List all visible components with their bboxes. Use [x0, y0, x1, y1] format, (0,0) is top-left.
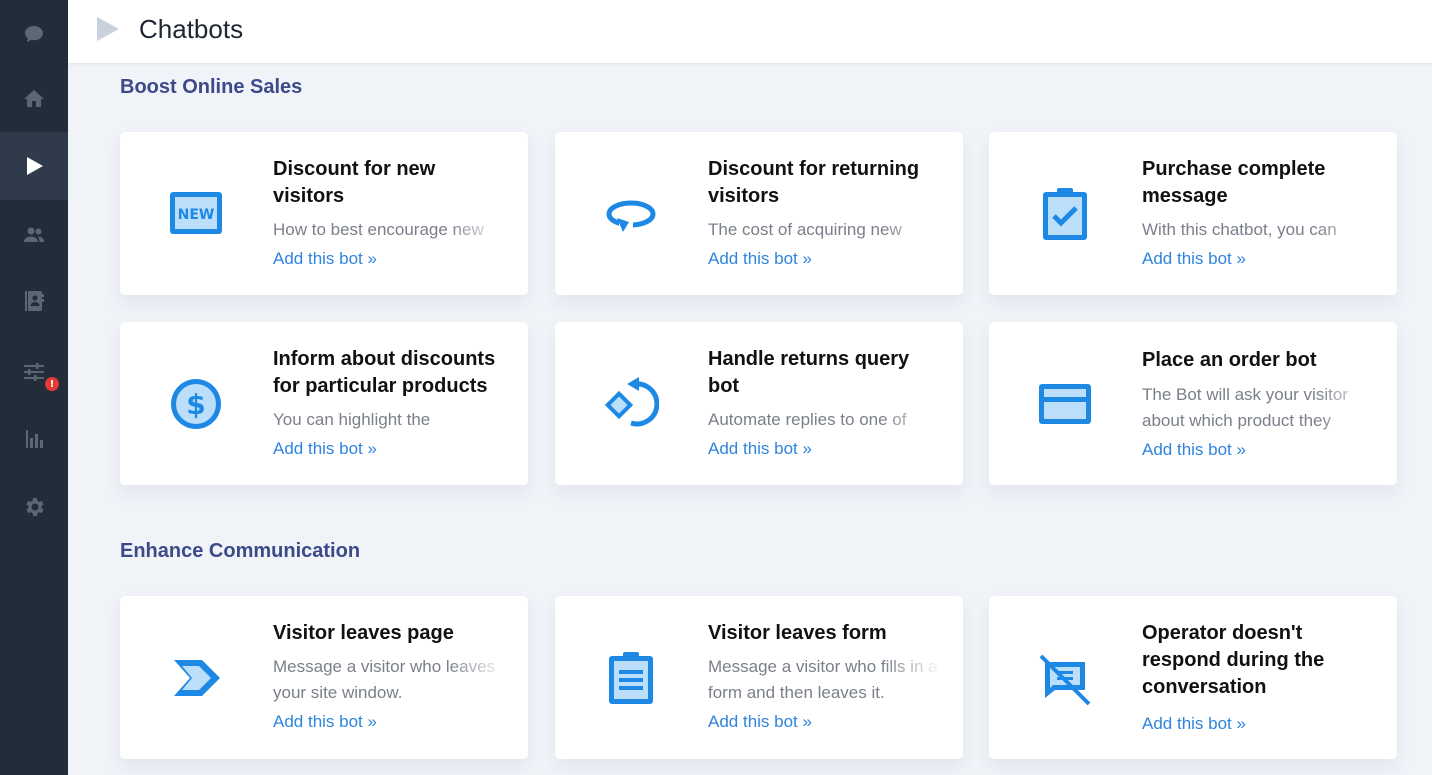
card-title: Place an order bot [1142, 349, 1317, 371]
play-icon [27, 157, 43, 175]
nav-chat[interactable] [0, 0, 68, 68]
nav-settings[interactable] [0, 473, 68, 541]
card-title: Purchase complete message [1142, 158, 1326, 207]
card-discount-new-visitors[interactable]: NEW Discount for new visitors How to bes… [120, 132, 528, 295]
add-bot-link[interactable]: Add this bot » [273, 709, 508, 735]
card-description: Automate replies to one of [708, 407, 943, 433]
svg-text:NEW: NEW [178, 207, 215, 223]
add-bot-link[interactable]: Add this bot » [708, 246, 943, 272]
add-bot-link[interactable]: Add this bot » [273, 436, 508, 462]
nav-users[interactable] [0, 201, 68, 269]
card-description: With this chatbot, you can [1142, 217, 1377, 243]
card-description: Message a visitor who leaves your site w… [273, 654, 508, 706]
card-title: Discount for new visitors [273, 158, 436, 207]
clipboard-check-icon [1037, 186, 1093, 242]
nav-home[interactable] [0, 65, 68, 133]
card-description: You can highlight the [273, 407, 508, 433]
sliders-icon [24, 363, 44, 381]
home-icon [24, 90, 44, 107]
credit-card-icon [1037, 376, 1093, 432]
add-bot-link[interactable]: Add this bot » [708, 709, 943, 735]
card-place-order[interactable]: Place an order bot The Bot will ask your… [989, 322, 1397, 485]
users-icon [24, 227, 44, 242]
add-bot-link[interactable]: Add this bot » [1142, 711, 1377, 737]
card-description: The Bot will ask your visitor about whic… [1142, 382, 1377, 434]
add-bot-link[interactable]: Add this bot » [708, 436, 943, 462]
sidebar: ! [0, 0, 68, 775]
bar-chart-icon [26, 430, 43, 448]
chat-bubble-icon [25, 26, 43, 42]
card-description: Message a visitor who fills in a form an… [708, 654, 943, 706]
add-bot-link[interactable]: Add this bot » [1142, 246, 1377, 272]
nav-reports[interactable] [0, 405, 68, 473]
add-bot-link[interactable]: Add this bot » [273, 246, 508, 272]
nav-contacts[interactable] [0, 267, 68, 335]
card-title: Visitor leaves form [708, 622, 887, 644]
card-purchase-complete[interactable]: Purchase complete message With this chat… [989, 132, 1397, 295]
gear-icon [26, 498, 44, 516]
chevron-arrow-icon [168, 650, 224, 706]
notification-badge: ! [45, 377, 59, 391]
nav-chatbots[interactable] [0, 132, 68, 200]
card-visitor-leaves-page[interactable]: Visitor leaves page Message a visitor wh… [120, 596, 528, 759]
section-title-enhance-communication: Enhance Communication [120, 540, 361, 562]
card-visitor-leaves-form[interactable]: Visitor leaves form Message a visitor wh… [555, 596, 963, 759]
message-off-icon [1037, 650, 1093, 706]
contacts-book-icon [25, 291, 44, 311]
card-operator-no-response[interactable]: Operator doesn't respond during the conv… [989, 596, 1397, 759]
returning-arrow-icon [603, 186, 659, 242]
card-title: Operator doesn't respond during the conv… [1142, 622, 1325, 698]
add-bot-link[interactable]: Add this bot » [1142, 437, 1377, 463]
card-handle-returns[interactable]: Handle returns query bot Automate replie… [555, 322, 963, 485]
card-description: How to best encourage new [273, 217, 508, 243]
card-title: Inform about discounts for particular pr… [273, 348, 496, 397]
page-title: Chatbots [139, 14, 244, 44]
section-title-boost-sales: Boost Online Sales [120, 76, 303, 98]
dollar-coin-icon: $ [168, 376, 224, 432]
card-discount-returning-visitors[interactable]: Discount for returning visitors The cost… [555, 132, 963, 295]
clipboard-form-icon [603, 650, 659, 706]
page-header: Chatbots [68, 0, 1432, 64]
new-tag-icon: NEW [168, 186, 224, 242]
play-triangle-icon [97, 17, 119, 41]
svg-text:$: $ [186, 388, 205, 421]
card-title: Discount for returning visitors [708, 158, 920, 207]
card-title: Handle returns query bot [708, 348, 910, 397]
card-inform-discounts[interactable]: $ Inform about discounts for particular … [120, 322, 528, 485]
nav-settings-sliders[interactable] [0, 338, 68, 406]
return-rotate-icon [603, 376, 659, 432]
card-title: Visitor leaves page [273, 622, 454, 644]
card-description: The cost of acquiring new [708, 217, 943, 243]
